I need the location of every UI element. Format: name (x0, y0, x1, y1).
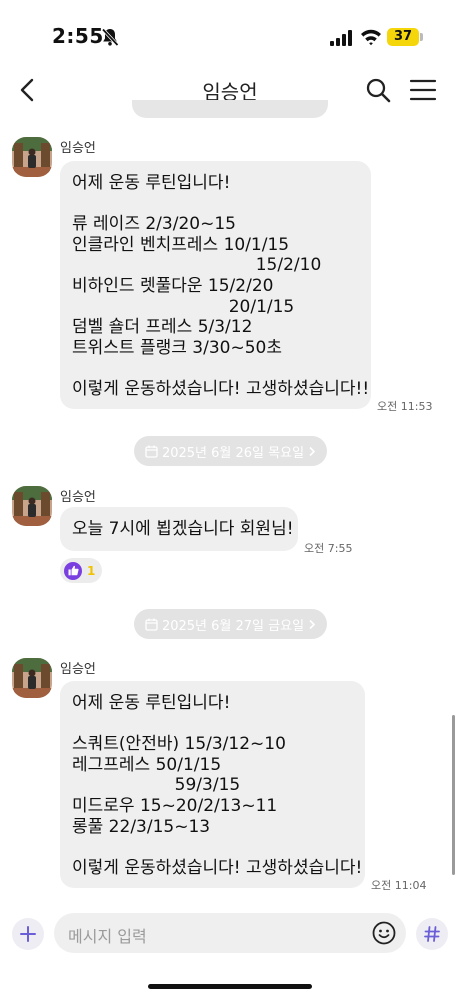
hashtag-icon (424, 926, 440, 942)
message-line: 미드로우 15~20/2/13~11 (72, 795, 278, 816)
cellular-signal-icon (330, 30, 352, 46)
message-line: 20/1/15 (72, 296, 295, 317)
avatar-photo (12, 658, 52, 698)
date-separator[interactable]: 2025년 6월 26일 목요일 (134, 436, 327, 466)
message-line: 스쿼트(안전바) 15/3/12~10 (72, 734, 286, 755)
scrollbar[interactable] (452, 715, 455, 875)
sender-name: 임승언 (60, 141, 96, 156)
avatar[interactable] (12, 658, 52, 698)
message-line: 이렇게 운동하셨습니다! 고생하셨습니다! (72, 857, 363, 878)
date-label: 2025년 6월 26일 목요일 (161, 445, 305, 461)
message-line: 15/2/10 (72, 255, 322, 276)
message-time: 오전 11:04 (371, 879, 427, 892)
message-line: 이렇게 운동하셨습니다! 고생하셨습니다!! (72, 378, 370, 399)
message-bubble[interactable]: 어제 운동 루틴입니다! 류 레이즈 2/3/20~15 인클라인 벤치프레스 … (60, 161, 371, 409)
message-line: 비하인드 렛풀다운 15/2/20 (72, 275, 274, 296)
message-time: 오전 7:55 (304, 542, 353, 555)
message-line: 트위스트 플랭크 3/30~50초 (72, 337, 282, 358)
hashtag-button[interactable] (416, 918, 448, 950)
wifi-icon (361, 29, 381, 46)
menu-icon[interactable] (408, 76, 438, 104)
plus-icon (20, 926, 36, 942)
message-line: 류 레이즈 2/3/20~15 (72, 214, 236, 235)
message-line: 레그프레스 50/1/15 (72, 754, 222, 775)
avatar[interactable] (12, 486, 52, 526)
reaction-count: 1 (87, 563, 96, 578)
avatar-photo (12, 137, 52, 177)
message-line: 어제 운동 루틴입니다! (72, 693, 231, 713)
sender-name: 임승언 (60, 490, 96, 505)
message-bubble[interactable]: 어제 운동 루틴입니다! 스쿼트(안전바) 15/3/12~10 레그프레스 5… (60, 681, 365, 888)
bell-off-icon (101, 28, 119, 47)
home-indicator[interactable] (148, 984, 312, 989)
scrolled-date-pill (132, 100, 328, 118)
sender-name: 임승언 (60, 662, 96, 677)
back-arrow-icon[interactable] (14, 76, 42, 104)
avatar-photo (12, 486, 52, 526)
message-bubble[interactable]: 오늘 7시에 뵙겠습니다 회원님! (60, 507, 298, 551)
avatar[interactable] (12, 137, 52, 177)
calendar-icon (145, 445, 158, 458)
calendar-icon (145, 618, 158, 631)
message-input-placeholder: 메시지 입력 (68, 927, 147, 946)
battery-cap (420, 33, 423, 41)
date-separator[interactable]: 2025년 6월 27일 금요일 (134, 609, 327, 639)
emoji-icon[interactable] (372, 921, 396, 945)
message-line: 어제 운동 루틴입니다! (72, 173, 231, 193)
message-input[interactable]: 메시지 입력 (54, 913, 406, 953)
battery-level: 37 (387, 28, 419, 46)
chevron-right-icon (309, 619, 316, 629)
status-time: 2:55 (52, 24, 104, 48)
message-time: 오전 11:53 (377, 400, 433, 413)
search-icon[interactable] (364, 76, 392, 104)
attach-plus-button[interactable] (12, 918, 44, 950)
date-label: 2025년 6월 27일 금요일 (161, 618, 305, 634)
thumbs-up-icon (64, 561, 82, 580)
message-line: 오늘 7시에 뵙겠습니다 회원님! (72, 519, 294, 539)
message-line: 인클라인 벤치프레스 10/1/15 (72, 234, 290, 255)
message-line: 롱풀 22/3/15~13 (72, 816, 211, 837)
status-bar: 2:55 37 (0, 0, 460, 62)
chevron-right-icon (309, 446, 316, 456)
message-line: 덤벨 숄더 프레스 5/3/12 (72, 317, 253, 338)
message-line: 59/3/15 (72, 775, 241, 796)
reaction-badge[interactable]: 1 (60, 558, 102, 583)
